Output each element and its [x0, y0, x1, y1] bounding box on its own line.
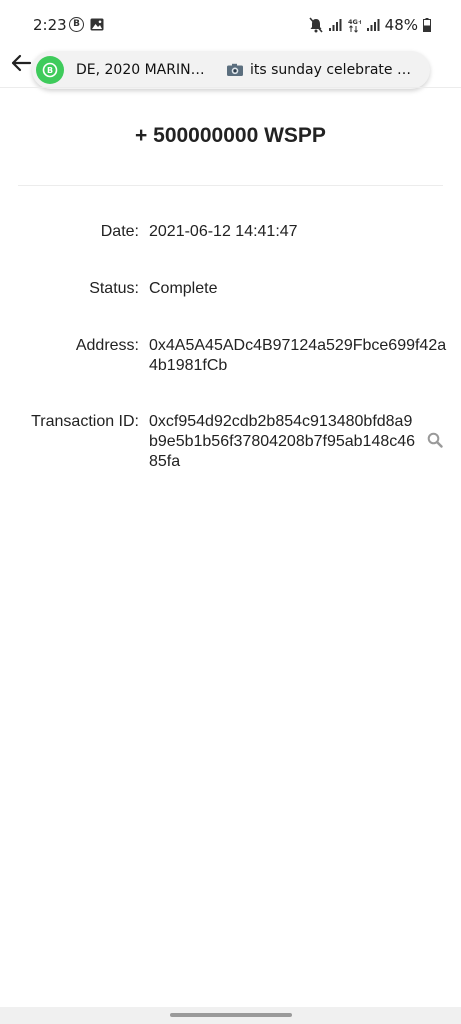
b-badge-icon: B [69, 17, 84, 32]
battery-icon [423, 18, 431, 32]
signal-icon-2 [366, 19, 380, 31]
date-value: 2021-06-12 14:41:47 [149, 223, 298, 240]
camera-icon [227, 63, 243, 76]
bottom-navigation-bar [0, 1007, 461, 1024]
status-value: Complete [149, 280, 218, 297]
svg-text:B: B [47, 66, 53, 75]
signal-icon [328, 19, 342, 31]
battery-percentage: 48% [384, 16, 418, 34]
notification-left-text: DE, 2020 MARINE... [76, 62, 212, 78]
home-indicator[interactable] [170, 1013, 292, 1017]
amount-divider [18, 185, 443, 186]
svg-text:4G+: 4G+ [348, 18, 361, 26]
date-label: Date: [100, 223, 139, 240]
address-label: Address: [75, 337, 139, 354]
search-icon[interactable] [427, 432, 443, 448]
notification-right-text: its sunday celebrate wi... [250, 62, 418, 78]
status-bar: 2:23 B 4G+ 48% [0, 0, 461, 50]
transaction-id-label: Transaction ID: [31, 413, 139, 430]
status-right-group: 4G+ 48% [309, 14, 431, 36]
status-label: Status: [89, 280, 139, 297]
header-divider [0, 87, 461, 88]
whatsapp-icon: B [36, 56, 64, 84]
notification-pill[interactable]: B DE, 2020 MARINE... its sunday celebrat… [32, 51, 430, 89]
image-icon [90, 18, 104, 31]
mute-icon [309, 17, 323, 33]
address-value[interactable]: 0x4A5A45ADc4B97124a529Fbce699f42a4b1981f… [149, 336, 449, 376]
transaction-id-value[interactable]: 0xcf954d92cdb2b854c913480bfd8a9b9e5b1b56… [149, 412, 421, 472]
transaction-amount: + 500000000 WSPP [135, 124, 326, 147]
status-time: 2:23 [33, 16, 67, 34]
back-arrow-icon[interactable] [10, 53, 32, 73]
4g-icon: 4G+ [348, 18, 361, 33]
